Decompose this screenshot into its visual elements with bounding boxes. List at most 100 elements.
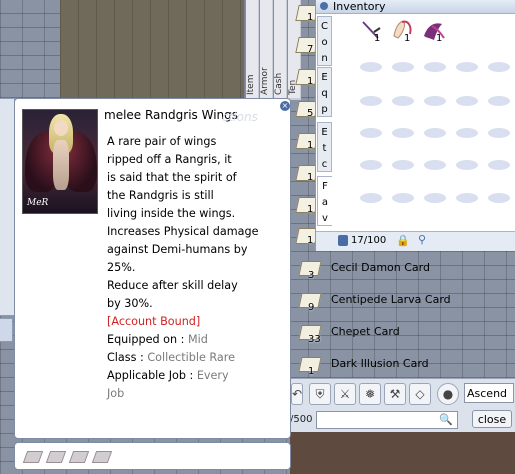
tab-label: Etc [321, 127, 328, 170]
inventory-slot[interactable] [424, 128, 446, 138]
item-count: 1 [374, 33, 381, 44]
magnifier-icon[interactable]: ⚲ [418, 233, 426, 246]
left-offscreen-panel [0, 98, 15, 316]
item-description: A rare pair of wings ripped off a Rangri… [107, 133, 267, 403]
inventory-slot[interactable] [456, 128, 478, 138]
illustration-signature: MeR [27, 198, 49, 208]
class-value: Collectible Rare [147, 351, 235, 364]
weight-text: /500 [290, 414, 313, 425]
inventory-window-icon [320, 2, 328, 10]
card-name: Centipede Larva Card [331, 293, 451, 306]
item-count: 1 [436, 33, 443, 44]
tool-filter-icon[interactable]: ⚒ [384, 383, 406, 405]
inventory-slot[interactable] [456, 96, 478, 106]
list-item[interactable]: 33 Chepet Card [298, 321, 515, 347]
inventory-slot[interactable] [456, 193, 478, 203]
inventory-slot[interactable] [424, 160, 446, 170]
card-slot-icon[interactable] [45, 451, 67, 463]
card-count: 1 [307, 140, 314, 151]
inventory-slot[interactable] [392, 128, 414, 138]
inventory-slot[interactable] [456, 62, 478, 72]
card-slot-icon[interactable] [22, 451, 44, 463]
inventory-slot[interactable] [488, 62, 510, 72]
side-tab-item[interactable]: Item [245, 0, 258, 98]
job-label: Applicable Job : [107, 369, 197, 382]
card-count: 3 [308, 270, 315, 281]
tab-label: Eqp [321, 72, 328, 115]
tab-consumables[interactable]: Con [317, 16, 332, 66]
purple-wings-icon[interactable] [422, 18, 446, 42]
inventory-slot[interactable] [392, 160, 414, 170]
card-count: 33 [308, 334, 321, 345]
inventory-slot[interactable] [360, 128, 382, 138]
card-count: 1 [307, 235, 314, 246]
sword-icon[interactable] [360, 18, 384, 42]
inventory-slot[interactable] [488, 96, 510, 106]
inventory-slot[interactable] [488, 128, 510, 138]
inventory-slot[interactable] [392, 193, 414, 203]
list-item[interactable]: 9 Centipede Larva Card [298, 289, 515, 315]
ground-tiles [60, 0, 260, 100]
search-icon[interactable]: 🔍 [437, 412, 455, 427]
tab-etc[interactable]: Etc [317, 122, 332, 172]
inventory-slot[interactable] [360, 193, 382, 203]
card-filter-icon[interactable]: ◇ [409, 383, 431, 405]
lock-icon[interactable]: 🔒 [396, 234, 410, 247]
card-count: 1 [307, 204, 314, 215]
inventory-slot[interactable] [488, 193, 510, 203]
card-count: 1 [307, 12, 314, 23]
left-offscreen-button[interactable] [0, 318, 13, 342]
wings-icon[interactable] [390, 16, 414, 40]
tab-favorites[interactable]: Fav [317, 176, 332, 226]
inventory-slot[interactable] [392, 62, 414, 72]
prev-icon[interactable]: ↶ [291, 383, 303, 405]
description-line: Reduce after skill delay [107, 279, 238, 292]
tab-label: Con [321, 21, 328, 64]
card-name: Dark Illusion Card [331, 357, 429, 370]
close-button[interactable]: close [472, 410, 512, 428]
inventory-slot[interactable] [424, 193, 446, 203]
inventory-slot[interactable] [360, 160, 382, 170]
inventory-slot[interactable] [424, 96, 446, 106]
class-label: Class : [107, 351, 148, 364]
inventory-slot[interactable] [360, 62, 382, 72]
inventory-slot[interactable] [360, 96, 382, 106]
card-count: 9 [308, 302, 315, 313]
side-tab-armor[interactable]: Armor [259, 0, 272, 98]
description-line: Increases Physical damage [107, 225, 259, 238]
job-value-continued: Job [107, 387, 125, 400]
equipped-label: Equipped on : [107, 333, 188, 346]
item-name-row: melee Randgris Wings ctions [104, 108, 284, 124]
list-item[interactable]: 3 Cecil Damon Card [298, 257, 515, 283]
list-item[interactable]: 1 Dark Illusion Card [298, 353, 515, 379]
card-slot-icon[interactable] [91, 451, 113, 463]
tab-equipment[interactable]: Eqp [317, 67, 332, 117]
inventory-slot[interactable] [456, 160, 478, 170]
card-count: 7 [307, 44, 314, 55]
gear-icon[interactable]: ● [437, 383, 459, 405]
description-line: by 30%. [107, 297, 153, 310]
inventory-toolbar: ↶ ⛨ ⚔ ❅ ⚒ ◇ ● Ascend [289, 378, 515, 409]
description-line: A rare pair of wings [107, 135, 217, 148]
equipped-value: Mid [187, 333, 208, 346]
side-tab-cash[interactable]: Cash [273, 0, 286, 98]
job-row: Applicable Job : Every [107, 367, 267, 385]
inventory-window: Inventory Con Eqp Etc Fav 1 1 1 17/100 🔒… [315, 0, 515, 251]
card-name: Chepet Card [331, 325, 400, 338]
armor-filter-icon[interactable]: ⛨ [309, 383, 331, 405]
inventory-titlebar[interactable]: Inventory [316, 0, 515, 14]
weapon-filter-icon[interactable]: ⚔ [334, 383, 356, 405]
equipped-row: Equipped on : Mid [107, 331, 267, 349]
inventory-slot[interactable] [392, 96, 414, 106]
card-slot-icon[interactable] [68, 451, 90, 463]
inventory-slot[interactable] [488, 160, 510, 170]
card-slot-bar [14, 442, 291, 470]
accessory-filter-icon[interactable]: ❅ [359, 383, 381, 405]
item-count: 1 [404, 33, 411, 44]
sort-select[interactable]: Ascend [464, 383, 514, 403]
inventory-title: Inventory [333, 0, 386, 13]
inventory-footer: 17/100 🔒 ⚲ [316, 231, 515, 251]
ghost-text: ctions [222, 110, 258, 124]
description-line: 25%. [107, 261, 136, 274]
inventory-slot[interactable] [424, 62, 446, 72]
